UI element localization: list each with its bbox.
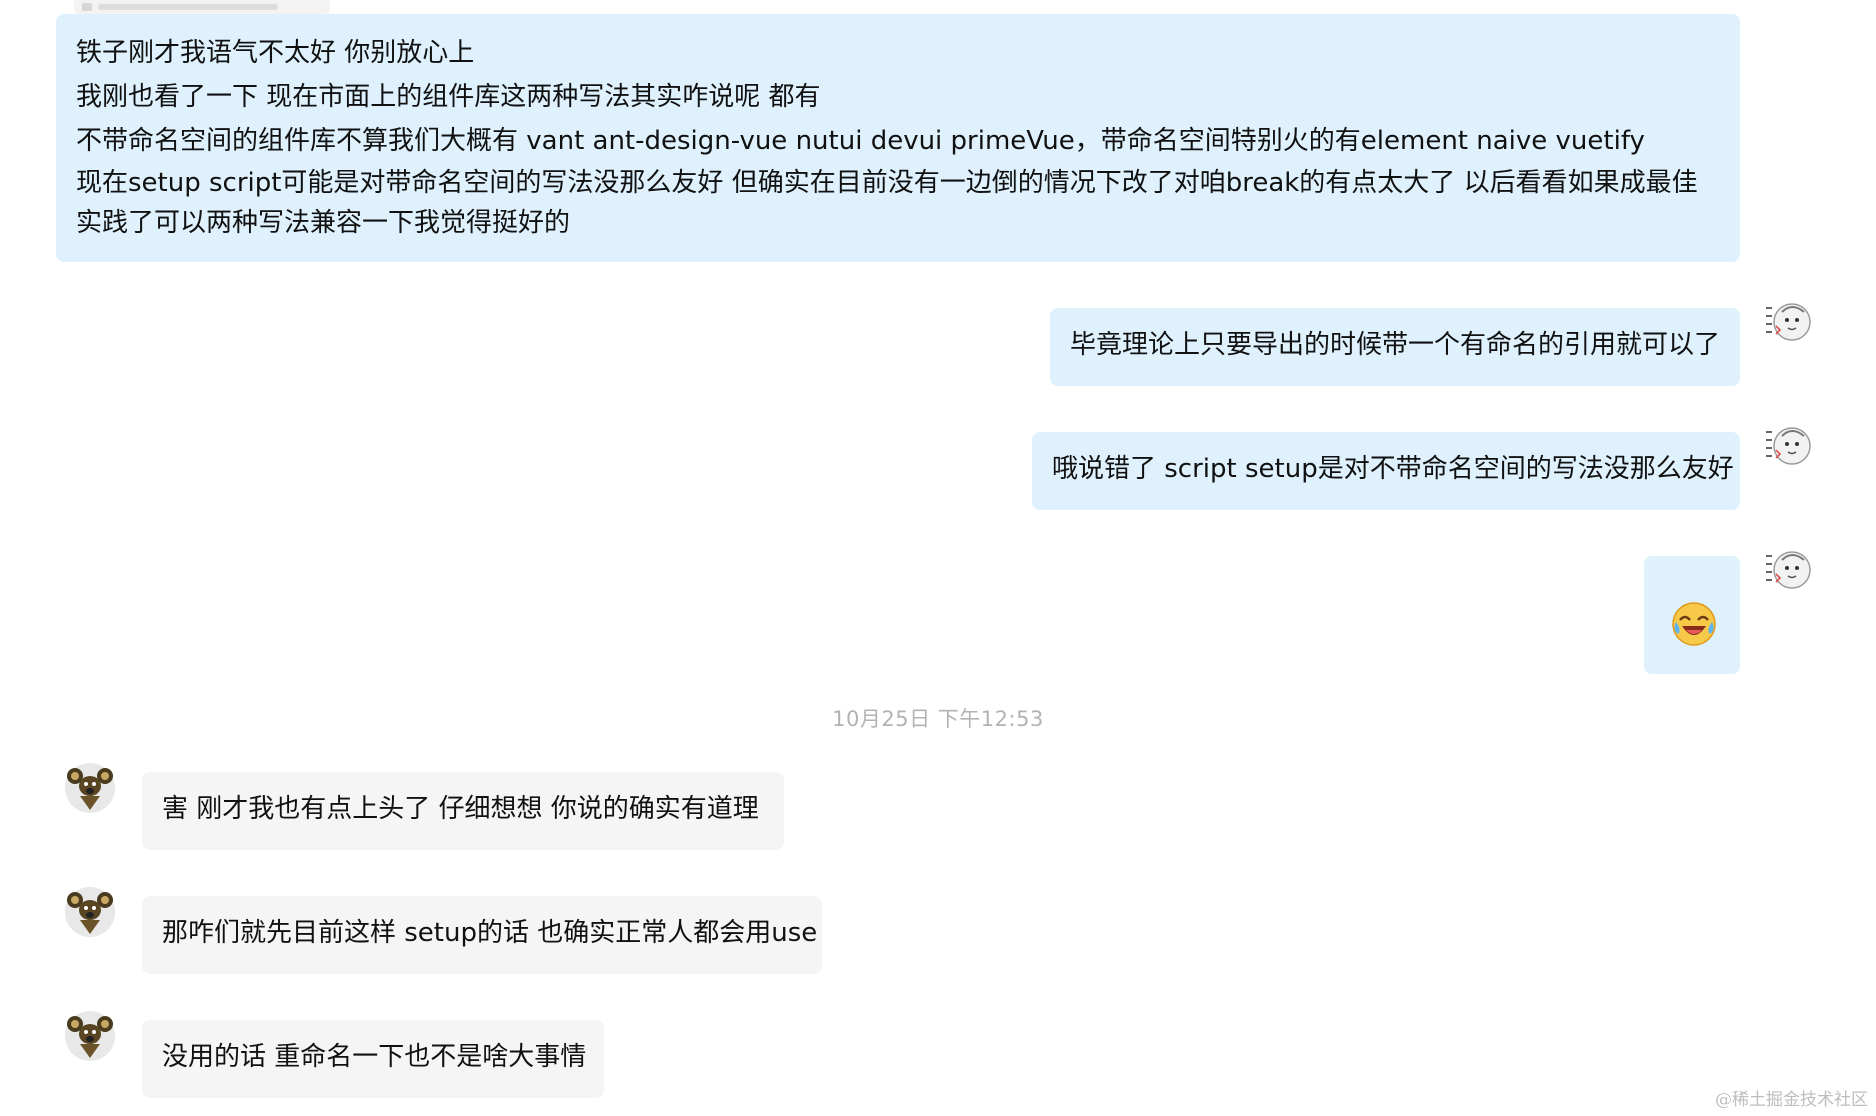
message-text: 哦说错了 script setup是对不带命名空间的写法没那么友好 xyxy=(1052,454,1734,484)
message-bubble-other[interactable]: 没用的话 重命名一下也不是啥大事情 xyxy=(142,1020,604,1098)
message-header-placeholder xyxy=(74,0,330,14)
message-line: 不带命名空间的组件库不算我们大概有 vant ant-design-vue nu… xyxy=(76,126,1645,156)
avatar-self-icon[interactable] xyxy=(1762,422,1814,474)
message-bubble-other[interactable]: 那咋们就先目前这样 setup的话 也确实正常人都会用use xyxy=(142,896,822,974)
message-line: 铁子刚才我语气不太好 你别放心上 xyxy=(76,38,475,68)
message-text: 那咋们就先目前这样 setup的话 也确实正常人都会用use xyxy=(162,918,818,948)
avatar-self-icon[interactable] xyxy=(1762,298,1814,350)
chat-panel: 铁子刚才我语气不太好 你别放心上 我刚也看了一下 现在市面上的组件库这两种写法其… xyxy=(0,0,1876,1116)
watermark: @稀土掘金技术社区 xyxy=(1715,1090,1868,1110)
avatar-other-icon[interactable] xyxy=(64,762,116,814)
avatar-other-icon[interactable] xyxy=(64,1010,116,1062)
header-icon xyxy=(82,3,92,11)
message-line: 现在setup script可能是对带命名空间的写法没那么友好 但确实在目前没有… xyxy=(76,168,1698,238)
avatar-other-icon[interactable] xyxy=(64,886,116,938)
message-text: 害 刚才我也有点上头了 仔细想想 你说的确实有道理 xyxy=(162,794,759,824)
message-timestamp: 10月25日 下午12:53 xyxy=(832,707,1044,731)
message-bubble-other[interactable]: 害 刚才我也有点上头了 仔细想想 你说的确实有道理 xyxy=(142,772,784,850)
message-line: 我刚也看了一下 现在市面上的组件库这两种写法其实咋说呢 都有 xyxy=(76,82,821,112)
message-bubble-self[interactable]: 毕竟理论上只要导出的时候带一个有命名的引用就可以了 xyxy=(1050,308,1740,386)
message-bubble-self[interactable]: 哦说错了 script setup是对不带命名空间的写法没那么友好 xyxy=(1032,432,1740,510)
message-text: 没用的话 重命名一下也不是啥大事情 xyxy=(162,1042,587,1072)
avatar-self-icon[interactable] xyxy=(1762,546,1814,598)
message-bubble-self-top[interactable]: 铁子刚才我语气不太好 你别放心上 我刚也看了一下 现在市面上的组件库这两种写法其… xyxy=(56,14,1740,262)
message-text: 毕竟理论上只要导出的时候带一个有命名的引用就可以了 xyxy=(1070,330,1721,360)
face-with-tears-of-joy-icon xyxy=(1672,602,1716,646)
header-text-blur xyxy=(98,4,278,10)
